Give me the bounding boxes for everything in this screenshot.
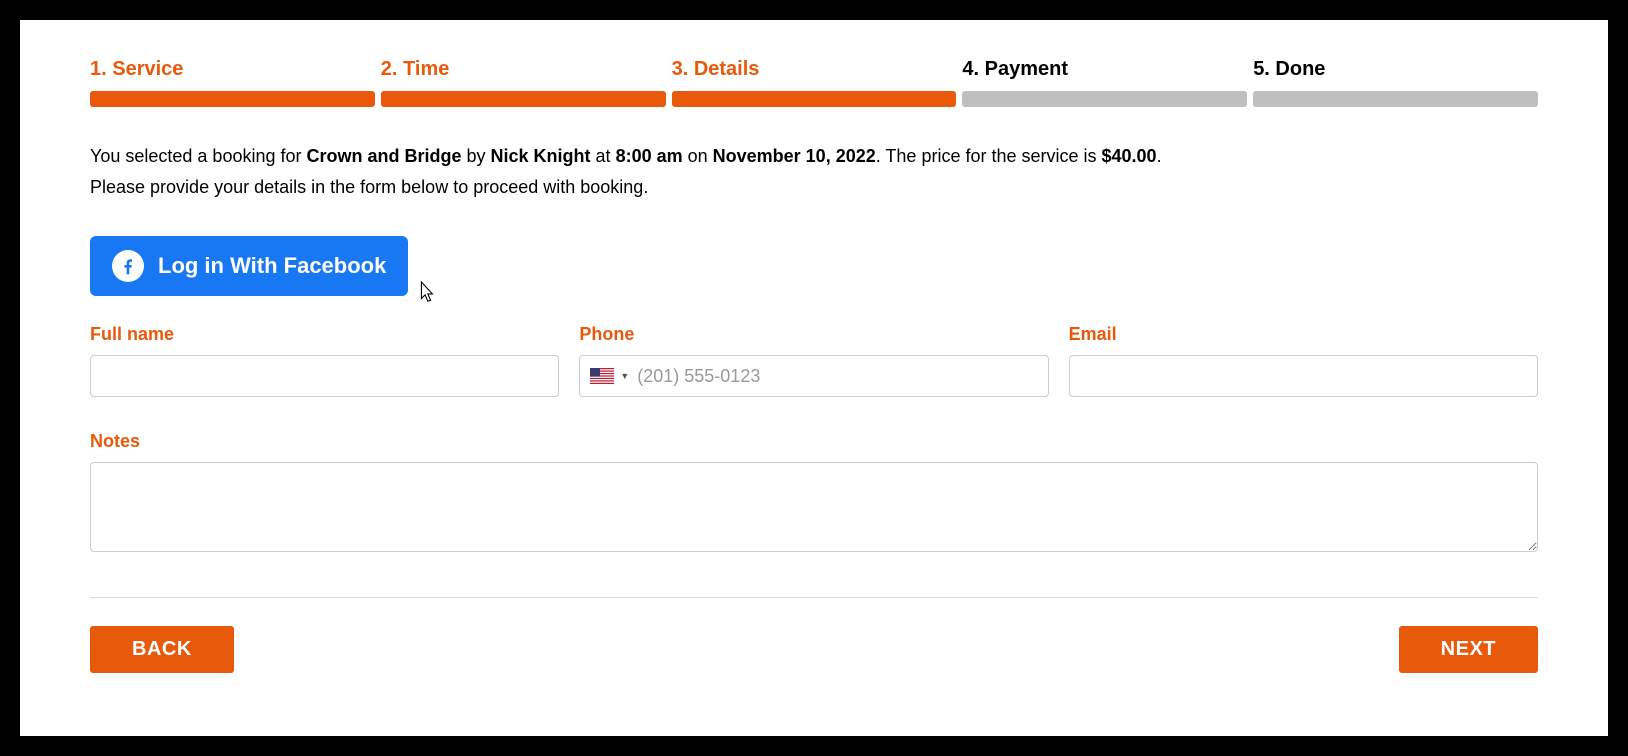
form-row: Full name Phone ▼ [90, 324, 1538, 397]
step-bar [672, 91, 957, 107]
email-label: Email [1069, 324, 1538, 345]
summary-text: on [683, 146, 713, 166]
facebook-login-button[interactable]: Log in With Facebook [90, 236, 408, 296]
notes-input[interactable] [90, 462, 1538, 552]
country-flag-select[interactable]: ▼ [590, 368, 637, 384]
divider [90, 597, 1538, 598]
chevron-down-icon: ▼ [620, 371, 629, 381]
back-button[interactable]: BACK [90, 626, 234, 673]
summary-provider: Nick Knight [491, 146, 591, 166]
us-flag-icon [590, 368, 614, 384]
summary-date: November 10, 2022 [713, 146, 876, 166]
step-bar [381, 91, 666, 107]
email-field: Email [1069, 324, 1538, 397]
phone-input-wrap: ▼ [579, 355, 1048, 397]
step-service[interactable]: 1. Service [90, 58, 375, 107]
full-name-label: Full name [90, 324, 559, 345]
summary-text: . The price for the service is [876, 146, 1102, 166]
summary-service: Crown and Bridge [307, 146, 462, 166]
action-buttons: BACK NEXT [90, 626, 1538, 673]
summary-text: by [462, 146, 491, 166]
summary-text: at [591, 146, 616, 166]
full-name-field: Full name [90, 324, 559, 397]
step-done: 5. Done [1253, 58, 1538, 107]
notes-field: Notes [90, 431, 1538, 557]
step-label: 2. Time [381, 58, 666, 81]
summary-text: . [1157, 146, 1162, 166]
summary-time: 8:00 am [616, 146, 683, 166]
step-label: 5. Done [1253, 58, 1538, 81]
step-bar [90, 91, 375, 107]
phone-field: Phone ▼ [579, 324, 1048, 397]
next-button[interactable]: NEXT [1399, 626, 1538, 673]
phone-label: Phone [579, 324, 1048, 345]
summary-price: $40.00 [1102, 146, 1157, 166]
step-bar [962, 91, 1247, 107]
step-label: 3. Details [672, 58, 957, 81]
email-input[interactable] [1069, 355, 1538, 397]
step-label: 4. Payment [962, 58, 1247, 81]
step-label: 1. Service [90, 58, 375, 81]
summary-text: You selected a booking for [90, 146, 307, 166]
full-name-input[interactable] [90, 355, 559, 397]
step-details[interactable]: 3. Details [672, 58, 957, 107]
booking-details-page: 1. Service 2. Time 3. Details 4. Payment… [20, 20, 1608, 736]
step-payment: 4. Payment [962, 58, 1247, 107]
step-bar [1253, 91, 1538, 107]
step-time[interactable]: 2. Time [381, 58, 666, 107]
progress-steps: 1. Service 2. Time 3. Details 4. Payment… [90, 58, 1538, 107]
summary-instruction: Please provide your details in the form … [90, 177, 648, 197]
notes-label: Notes [90, 431, 1538, 452]
facebook-button-label: Log in With Facebook [158, 253, 386, 279]
facebook-icon [112, 250, 144, 282]
booking-summary: You selected a booking for Crown and Bri… [90, 141, 1538, 202]
phone-input[interactable] [637, 366, 1037, 387]
cursor-icon [415, 280, 437, 311]
